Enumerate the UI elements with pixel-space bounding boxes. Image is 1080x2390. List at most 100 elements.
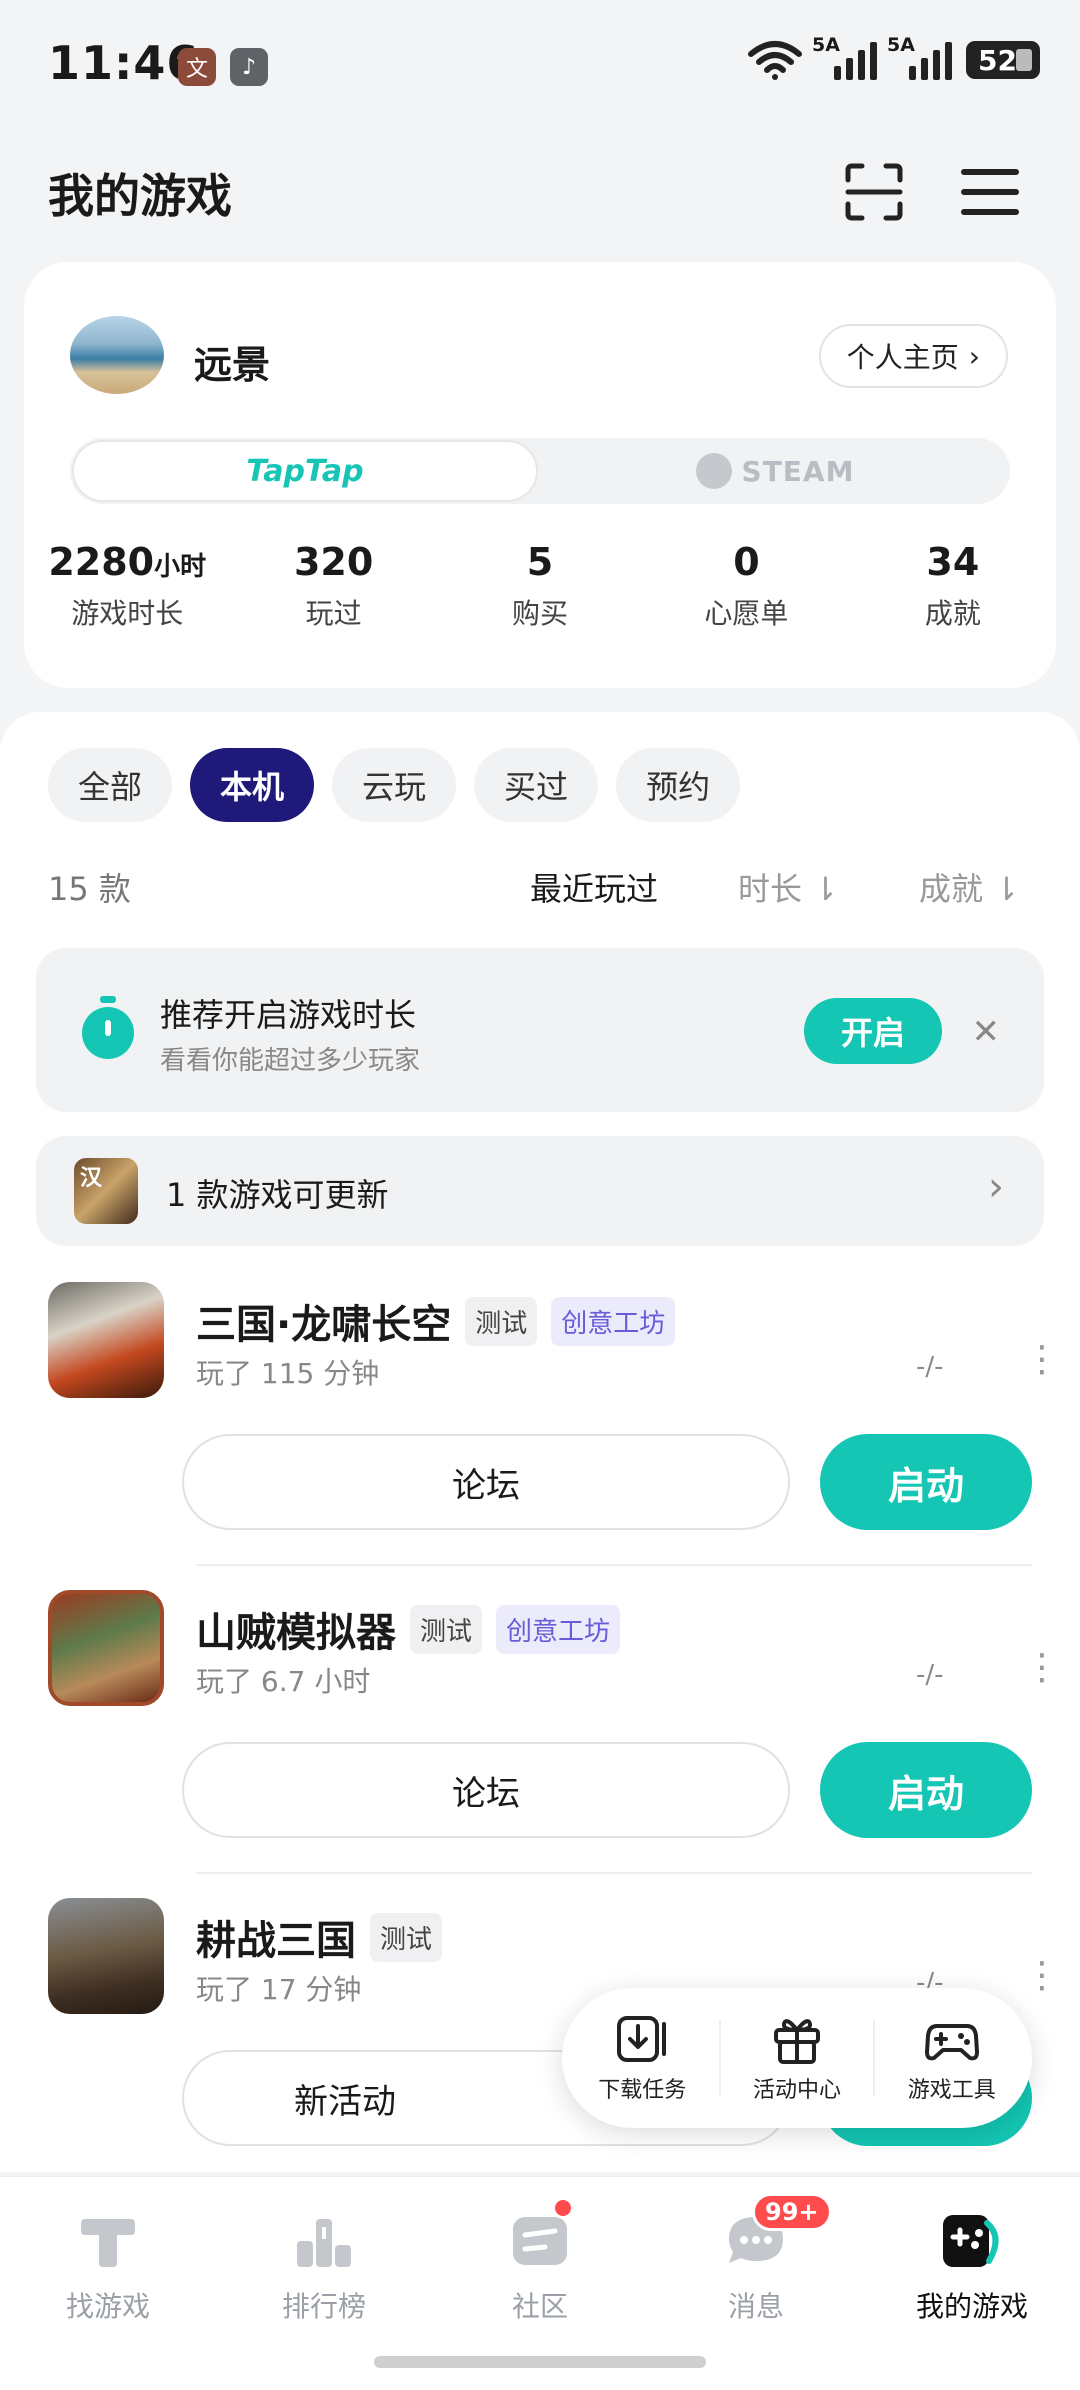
tiktok-notification-icon: ♪ (230, 48, 268, 86)
game-tools-label: 游戏工具 (907, 2078, 996, 2103)
game-list-sheet: 全部 本机 云玩 买过 预约 15 款 最近玩过 时长 ⇂ 成就 ⇂ 推荐开启游… (0, 712, 1080, 2172)
steam-label: STEAM (741, 454, 855, 488)
ranking-icon (297, 2219, 351, 2267)
filter-all[interactable]: 全部 (48, 748, 173, 822)
game-playtime: 玩了 115 分钟 (196, 1357, 380, 1390)
nav-my-games[interactable]: 我的游戏 (864, 2177, 1080, 2390)
scan-icon[interactable] (842, 160, 906, 224)
sort-recent[interactable]: 最近玩过 (530, 864, 658, 910)
tag-test: 测试 (410, 1604, 483, 1654)
tag-workshop: 创意工坊 (496, 1604, 621, 1654)
sort-options: 最近玩过 时长 ⇂ 成就 ⇂ (530, 864, 1020, 910)
chevron-right-icon: › (968, 339, 980, 373)
tab-steam[interactable]: STEAM (540, 438, 1010, 504)
game-name[interactable]: 三国·龙啸长空 (196, 1292, 451, 1350)
game-tools-button[interactable]: 游戏工具 (908, 2012, 996, 2104)
stat-playtime[interactable]: 2280小时 游戏时长 (24, 540, 230, 632)
status-bar: 11:46 文 ♪ 5A 5A 52 (0, 0, 1080, 130)
launch-button[interactable]: 启动 (820, 1742, 1032, 1838)
mygames-icon (943, 2215, 999, 2267)
stat-label: 购买 (512, 597, 569, 630)
game-progress: -/- (916, 1352, 944, 1382)
avatar[interactable] (70, 316, 164, 394)
stat-label: 成就 (924, 597, 981, 630)
forum-button[interactable]: 论坛 (182, 1434, 790, 1530)
taptap-icon (81, 2219, 135, 2267)
update-game-icon: 汉 (74, 1158, 138, 1224)
close-icon[interactable]: ✕ (972, 1012, 1001, 1052)
stat-achievements[interactable]: 34 成就 (850, 540, 1056, 632)
game-name[interactable]: 耕战三国 (196, 1908, 356, 1966)
gamepad-icon (924, 2024, 979, 2061)
profile-home-button[interactable]: 个人主页 › (818, 324, 1008, 388)
tag-test: 测试 (370, 1912, 443, 1962)
tab-taptap[interactable]: TapTap (72, 440, 538, 502)
cell-signal-1-icon: 5A (812, 34, 877, 80)
launch-button[interactable]: 启动 (820, 1434, 1032, 1530)
menu-icon[interactable] (958, 160, 1022, 224)
floating-toolbar: 下载任务 活动中心 游戏工具 (562, 1988, 1032, 2128)
divider (873, 2020, 876, 2096)
stat-wishlist[interactable]: 0 心愿单 (643, 540, 849, 632)
more-options-icon[interactable]: ⋮ (1024, 1650, 1060, 1686)
divider (196, 1872, 1032, 1874)
game-progress: -/- (916, 1660, 944, 1690)
game-name[interactable]: 山贼模拟器 (196, 1600, 396, 1658)
tag-workshop: 创意工坊 (551, 1296, 676, 1346)
taptap-logo: TapTap (246, 453, 364, 489)
sort-achievement[interactable]: 成就 ⇂ (919, 864, 1020, 910)
stat-played[interactable]: 320 玩过 (230, 540, 436, 632)
banner-subtitle: 看看你能超过多少玩家 (160, 1046, 421, 1076)
nav-label: 社区 (511, 2290, 568, 2323)
game-title-row: 三国·龙啸长空 测试 创意工坊 (196, 1292, 676, 1350)
battery-icon: 52 (966, 41, 1040, 79)
message-badge: 99+ (752, 2193, 832, 2231)
chevron-right-icon: › (988, 1164, 1004, 1210)
activity-center-button[interactable]: 活动中心 (753, 2012, 841, 2104)
update-icon-char: 汉 (80, 1166, 103, 1191)
home-indicator[interactable] (374, 2356, 706, 2368)
more-options-icon[interactable]: ⋮ (1024, 1342, 1060, 1378)
profile-card: 远景 个人主页 › TapTap STEAM 2280小时 游戏时长 320 玩… (24, 262, 1056, 688)
profile-home-label: 个人主页 (846, 341, 959, 374)
game-title-row: 耕战三国 测试 (196, 1908, 443, 1966)
notification-dot (552, 2197, 574, 2219)
game-title-row: 山贼模拟器 测试 创意工坊 (196, 1600, 621, 1658)
filter-local[interactable]: 本机 (190, 748, 315, 822)
tag-test: 测试 (465, 1296, 538, 1346)
update-row[interactable]: 汉 1 款游戏可更新 › (36, 1136, 1044, 1246)
stat-unit: 小时 (154, 552, 207, 582)
banner-title: 推荐开启游戏时长 (160, 996, 417, 1034)
nav-label: 消息 (727, 2290, 784, 2323)
game-icon[interactable] (48, 1282, 164, 1398)
game-icon[interactable] (48, 1898, 164, 2014)
filter-bought[interactable]: 买过 (474, 748, 599, 822)
activity-center-label: 活动中心 (752, 2078, 841, 2103)
game-icon[interactable] (48, 1590, 164, 1706)
nav-find-games[interactable]: 找游戏 (0, 2177, 216, 2390)
download-icon (617, 2016, 667, 2062)
filter-cloud[interactable]: 云玩 (332, 748, 457, 822)
download-tasks-button[interactable]: 下载任务 (598, 2012, 686, 2104)
stat-label: 游戏时长 (71, 597, 184, 630)
nav-label: 找游戏 (65, 2290, 150, 2323)
stat-label: 玩过 (305, 597, 362, 630)
stat-purchased[interactable]: 5 购买 (437, 540, 643, 632)
game-playtime: 玩了 6.7 小时 (196, 1665, 371, 1698)
nav-label: 排行榜 (281, 2290, 366, 2323)
game-playtime: 玩了 17 分钟 (196, 1973, 362, 2006)
sort-duration[interactable]: 时长 ⇂ (738, 864, 839, 910)
filter-reserved[interactable]: 预约 (616, 748, 741, 822)
enable-button[interactable]: 开启 (804, 998, 942, 1064)
forum-button[interactable]: 论坛 (182, 1742, 790, 1838)
stat-value: 2280 (48, 540, 155, 584)
game-item: 山贼模拟器 测试 创意工坊 玩了 6.7 小时 -/- ⋮ 论坛 启动 (0, 1590, 1080, 1898)
playtime-banner: 推荐开启游戏时长 看看你能超过多少玩家 开启 ✕ (36, 948, 1044, 1112)
game-count: 15 款 (48, 870, 131, 908)
more-options-icon[interactable]: ⋮ (1024, 1958, 1060, 1994)
page-title: 我的游戏 (48, 169, 232, 223)
stat-value: 0 (733, 540, 760, 584)
nav-label: 我的游戏 (915, 2290, 1028, 2323)
divider (718, 2020, 721, 2096)
stat-value: 320 (293, 540, 374, 584)
